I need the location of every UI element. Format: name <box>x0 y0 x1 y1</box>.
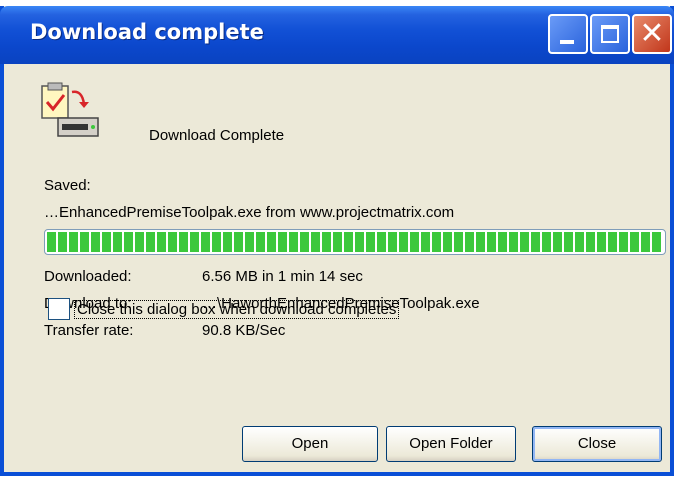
title-bar[interactable]: Download complete ✕ <box>0 6 674 64</box>
downloaded-label: Downloaded: <box>44 268 132 285</box>
download-complete-message: Download Complete <box>149 127 285 144</box>
maximize-icon <box>601 25 619 43</box>
dialog-content: Download Complete Saved: …EnhancedPremis… <box>4 64 670 472</box>
minimize-button[interactable] <box>548 14 588 54</box>
download-dialog: Download complete ✕ Download Complete Sa… <box>0 6 674 476</box>
transfer-rate-label: Transfer rate: <box>44 322 134 339</box>
transfer-rate-value: 90.8 KB/Sec <box>202 322 286 339</box>
close-when-complete-label[interactable]: Close this dialog box when download comp… <box>74 300 400 319</box>
saved-file-info: …EnhancedPremiseToolpak.exe from www.pro… <box>44 204 455 221</box>
window-title: Download complete <box>30 20 264 44</box>
close-window-button[interactable]: ✕ <box>632 14 672 54</box>
close-icon: ✕ <box>639 16 665 51</box>
minimize-icon <box>560 40 574 44</box>
progress-fill <box>47 232 663 252</box>
download-complete-icon <box>41 82 99 137</box>
download-progress-bar <box>44 229 666 255</box>
close-button[interactable]: Close <box>532 426 662 462</box>
close-when-complete-checkbox[interactable] <box>48 298 70 320</box>
downloaded-value: 6.56 MB in 1 min 14 sec <box>202 268 363 285</box>
open-button[interactable]: Open <box>242 426 378 462</box>
open-folder-button[interactable]: Open Folder <box>386 426 516 462</box>
maximize-button[interactable] <box>590 14 630 54</box>
saved-label: Saved: <box>44 177 91 194</box>
